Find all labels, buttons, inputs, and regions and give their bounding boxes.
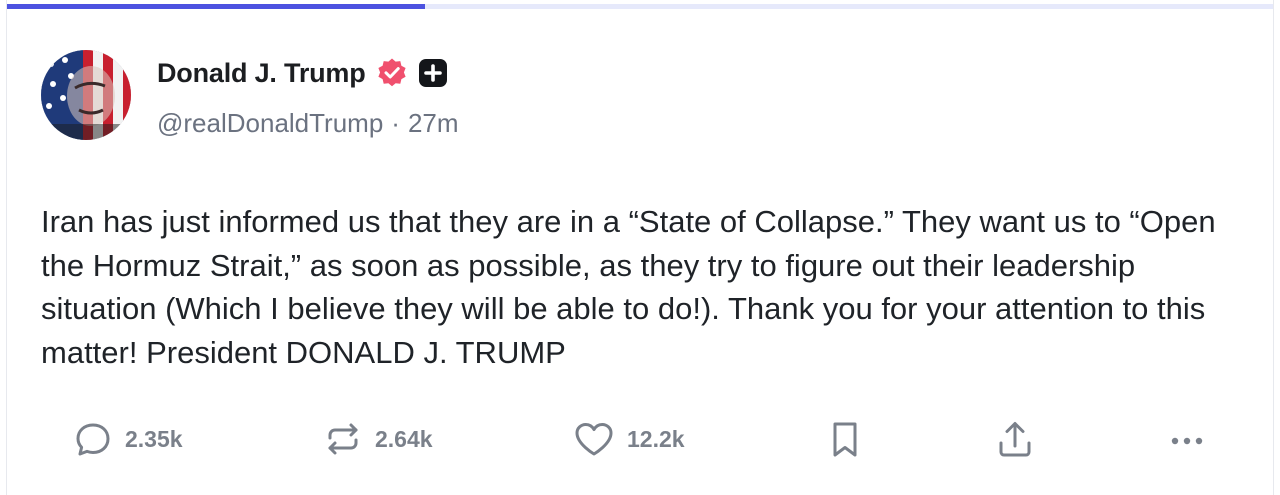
- author-meta-row: @realDonaldTrump · 27m: [157, 108, 459, 139]
- verified-badge-icon: [376, 57, 408, 89]
- more-icon: [1165, 417, 1209, 461]
- heart-icon: [571, 417, 617, 461]
- like-count: 12.2k: [627, 425, 685, 452]
- progress-track: [7, 4, 1273, 9]
- bookmark-button[interactable]: [823, 414, 867, 464]
- share-icon: [993, 417, 1037, 461]
- reply-icon: [71, 417, 115, 461]
- retruth-icon: [321, 417, 365, 461]
- more-options-button[interactable]: [1165, 414, 1209, 464]
- avatar[interactable]: [41, 50, 131, 140]
- post-body: Iran has just informed us that they are …: [41, 204, 1216, 370]
- plus-square-icon: [418, 58, 448, 88]
- meta-separator: ·: [391, 108, 400, 138]
- action-bar: 2.35k 2.64k 12.2k: [7, 414, 1273, 464]
- reply-count: 2.35k: [125, 425, 183, 452]
- author-display-name[interactable]: Donald J. Trump: [157, 58, 366, 89]
- bookmark-icon: [823, 417, 867, 461]
- post-timestamp[interactable]: 27m: [408, 108, 459, 139]
- progress-fill: [7, 4, 425, 9]
- retruth-button[interactable]: 2.64k: [321, 414, 433, 464]
- author-name-row: Donald J. Trump: [157, 56, 448, 90]
- retruth-count: 2.64k: [375, 425, 433, 452]
- like-button[interactable]: 12.2k: [571, 414, 685, 464]
- author-handle[interactable]: @realDonaldTrump: [157, 108, 383, 139]
- share-button[interactable]: [993, 414, 1037, 464]
- reply-button[interactable]: 2.35k: [71, 414, 183, 464]
- post-card: Donald J. Trump @realDonaldTrump · 27m I…: [6, 0, 1274, 495]
